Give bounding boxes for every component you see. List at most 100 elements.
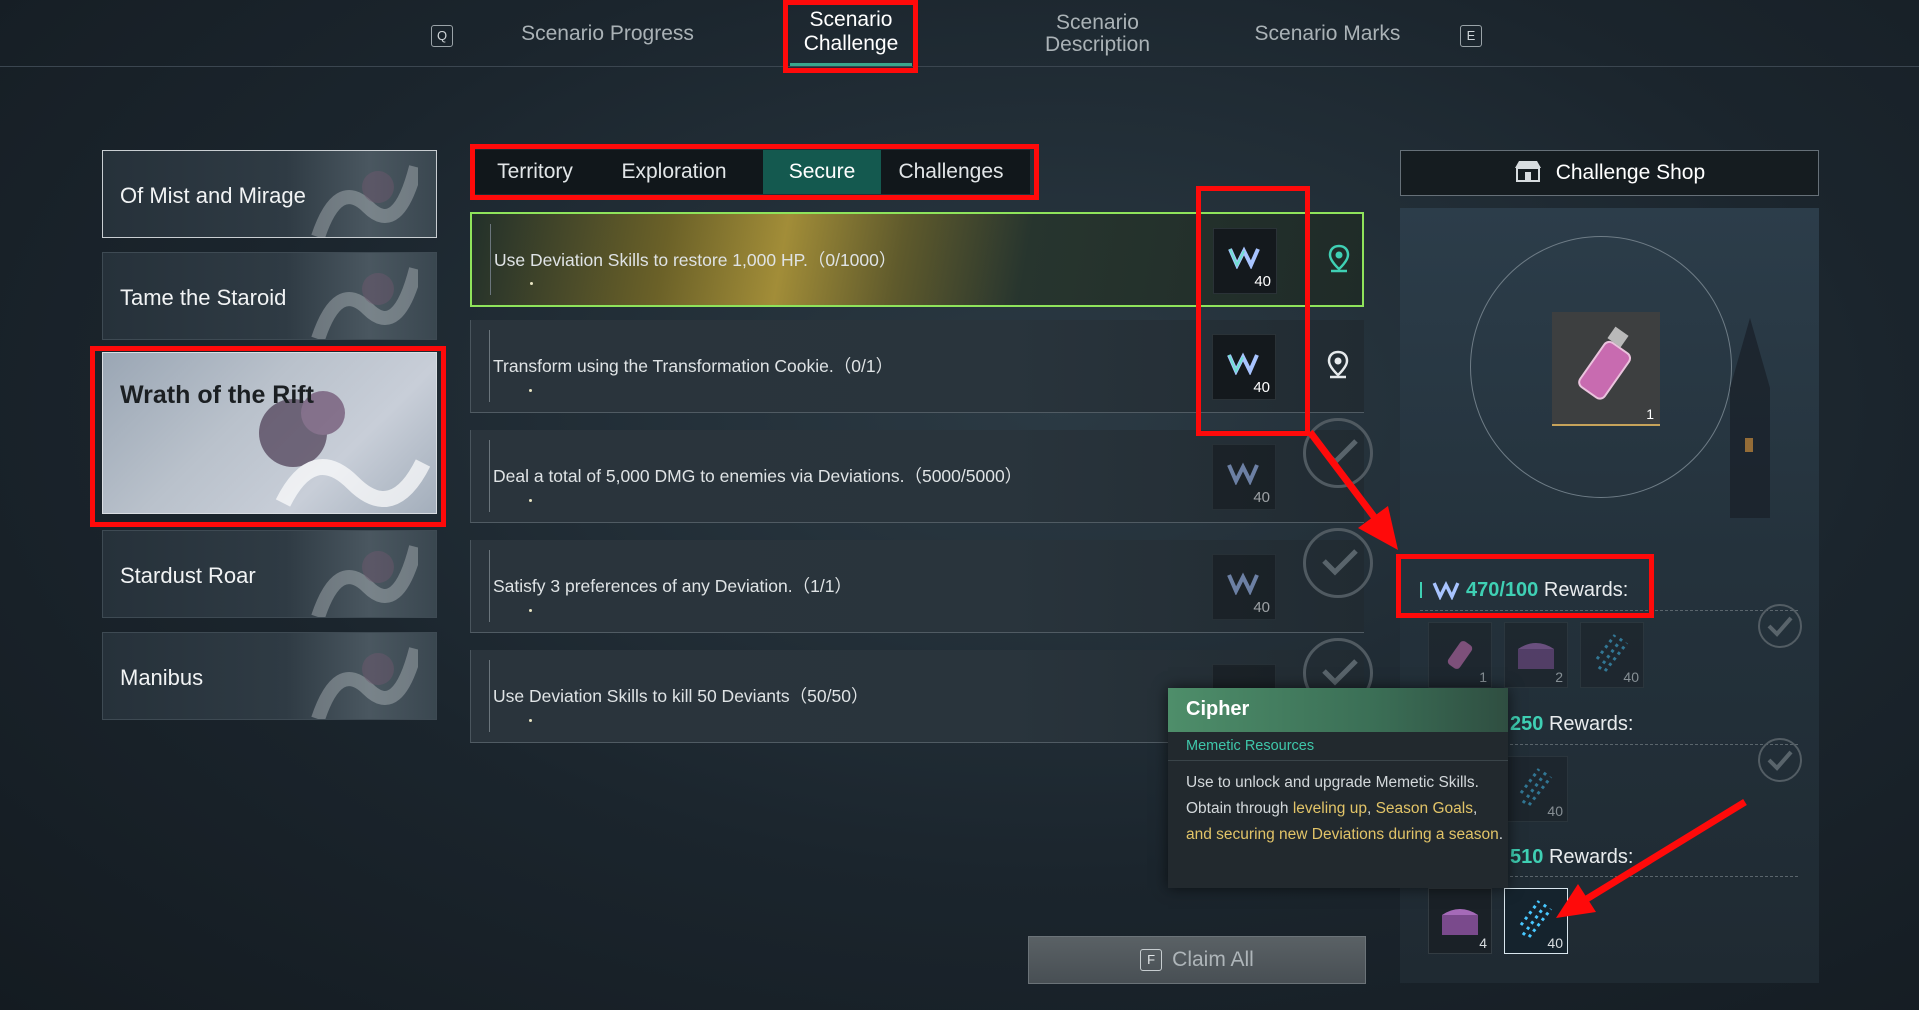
rewards-label: Rewards:	[1548, 846, 1634, 868]
tab-scenario-description[interactable]: Scenario Description	[1030, 12, 1165, 56]
tab-scenario-marks[interactable]: Scenario Marks	[1245, 22, 1410, 46]
reward-count: 40	[1547, 803, 1563, 819]
scenario-label: Manibus	[120, 665, 204, 690]
rewards-label: Rewards:	[1548, 713, 1634, 735]
task-text: Deal a total of 5,000 DMG to enemies via…	[493, 466, 1023, 486]
claim-all-button[interactable]: F Claim All	[1028, 936, 1366, 984]
claim-key-hint: F	[1140, 949, 1163, 971]
task-text: Use Deviation Skills to kill 50 Deviants…	[493, 686, 869, 706]
featured-item-count: 1	[1646, 406, 1654, 422]
cipher-icon	[1228, 246, 1260, 269]
milestone-divider	[1420, 610, 1798, 611]
scenario-item-wrath-of-the-rift[interactable]: Wrath of the Rift	[102, 352, 437, 514]
tooltip-text: .	[1498, 826, 1504, 843]
tooltip-text: ,	[1366, 800, 1376, 817]
scenario-label: Tame the Staroid	[120, 285, 287, 310]
tooltip-link: Season Goals	[1375, 800, 1473, 817]
reward-count: 40	[1253, 379, 1270, 396]
milestone-reward-slot-selected[interactable]: 40	[1504, 888, 1568, 954]
tooltip-link: leveling up	[1292, 800, 1367, 817]
scenario-label: Of Mist and Mirage	[120, 183, 306, 208]
milestone-reward-slot[interactable]: 1	[1428, 622, 1492, 688]
task-divider	[489, 330, 490, 402]
cipher-icon	[1432, 580, 1460, 601]
progress-current: 470	[1466, 579, 1500, 601]
task-sparkle	[529, 389, 532, 392]
scenario-art-icon	[311, 545, 418, 617]
scenario-item-tame-the-staroid[interactable]: Tame the Staroid	[102, 252, 437, 340]
completed-check-icon	[1303, 418, 1373, 488]
tab-scenario-challenge-line2: Challenge	[803, 32, 899, 55]
task-sparkle	[529, 719, 532, 722]
tooltip-title: Cipher	[1186, 698, 1250, 720]
task-reward-slot[interactable]: 40	[1213, 228, 1277, 294]
milestone-threshold: 510	[1510, 846, 1544, 868]
completed-check-icon	[1303, 528, 1373, 598]
cipher-icon	[1227, 572, 1259, 595]
tab-scenario-description-line2: Description	[1044, 33, 1151, 56]
cipher-icon	[1227, 462, 1259, 485]
tab-challenges[interactable]: Challenges	[881, 150, 1021, 194]
chest-icon	[1518, 643, 1554, 669]
map-pin-icon[interactable]	[1325, 350, 1351, 380]
rewards-label: Rewards:	[1543, 579, 1629, 601]
reward-count: 2	[1555, 669, 1563, 685]
scenario-label: Stardust Roar	[120, 563, 256, 588]
task-row[interactable]: Transform using the Transformation Cooki…	[470, 320, 1364, 413]
map-pin-teal-icon[interactable]	[1326, 244, 1352, 274]
scenario-art-icon	[311, 165, 418, 237]
milestone-reward-slot[interactable]: 2	[1504, 622, 1568, 688]
challenge-shop-button[interactable]: Challenge Shop	[1400, 150, 1819, 196]
milestone-progress: 470/100 Rewards:	[1420, 578, 1628, 602]
reward-count: 40	[1547, 935, 1563, 951]
progress-marker	[1420, 582, 1422, 598]
task-text: Transform using the Transformation Cooki…	[493, 356, 894, 376]
task-divider	[490, 224, 491, 295]
task-divider	[489, 550, 490, 622]
tab-scenario-progress[interactable]: Scenario Progress	[510, 22, 705, 46]
vial-icon	[1578, 326, 1632, 400]
featured-item-frame[interactable]: 1	[1552, 312, 1660, 426]
task-row[interactable]: Deal a total of 5,000 DMG to enemies via…	[470, 418, 1373, 523]
task-row[interactable]: Use Deviation Skills to restore 1,000 HP…	[470, 212, 1364, 307]
shop-icon	[1514, 161, 1541, 182]
scenario-art-icon	[311, 267, 418, 339]
reward-count: 40	[1253, 599, 1270, 616]
milestone-reward-slot[interactable]: 40	[1504, 756, 1568, 822]
task-divider	[489, 660, 490, 732]
tab-scenario-challenge[interactable]: Scenario Challenge	[790, 8, 912, 66]
scenario-art-icon	[311, 647, 418, 719]
tab-secure[interactable]: Secure	[763, 150, 881, 194]
claimed-check-icon	[1758, 738, 1802, 782]
tab-territory[interactable]: Territory	[472, 150, 598, 194]
milestone-250: 250 Rewards:	[1510, 713, 1633, 736]
milestone-reward-slot[interactable]: 4	[1428, 888, 1492, 954]
task-text: Satisfy 3 preferences of any Deviation.（…	[493, 576, 852, 596]
tab-exploration[interactable]: Exploration	[598, 150, 750, 194]
task-sparkle	[530, 282, 533, 285]
scenario-item-of-mist-and-mirage[interactable]: Of Mist and Mirage	[102, 150, 437, 238]
prev-tab-key-hint[interactable]: Q	[431, 25, 453, 47]
task-reward-slot[interactable]: 40	[1212, 554, 1276, 620]
tooltip-description: Use to unlock and upgrade Memetic Skills…	[1186, 770, 1504, 848]
reward-count: 40	[1623, 669, 1639, 685]
task-reward-slot[interactable]: 40	[1212, 444, 1276, 510]
reward-count: 4	[1479, 935, 1487, 951]
task-divider	[489, 440, 490, 512]
tooltip-text: ,	[1472, 800, 1478, 817]
scenario-item-stardust-roar[interactable]: Stardust Roar	[102, 530, 437, 618]
claimed-check-icon	[1758, 604, 1802, 648]
milestone-reward-slot[interactable]: 40	[1580, 622, 1644, 688]
top-navigation: Q Scenario Progress Scenario Challenge S…	[0, 0, 1919, 67]
next-tab-key-hint[interactable]: E	[1460, 25, 1482, 47]
task-sparkle	[529, 609, 532, 612]
cipher-icon	[1227, 352, 1259, 375]
tooltip-divider	[1168, 760, 1508, 761]
reward-count: 40	[1253, 489, 1270, 506]
task-reward-slot[interactable]: 40	[1212, 334, 1276, 400]
scenario-item-manibus[interactable]: Manibus	[102, 632, 437, 720]
challenge-shop-label: Challenge Shop	[1555, 161, 1706, 184]
task-sparkle	[529, 499, 532, 502]
tooltip-link: and securing new Deviations during a sea…	[1186, 826, 1499, 843]
task-row[interactable]: Satisfy 3 preferences of any Deviation.（…	[470, 528, 1373, 633]
